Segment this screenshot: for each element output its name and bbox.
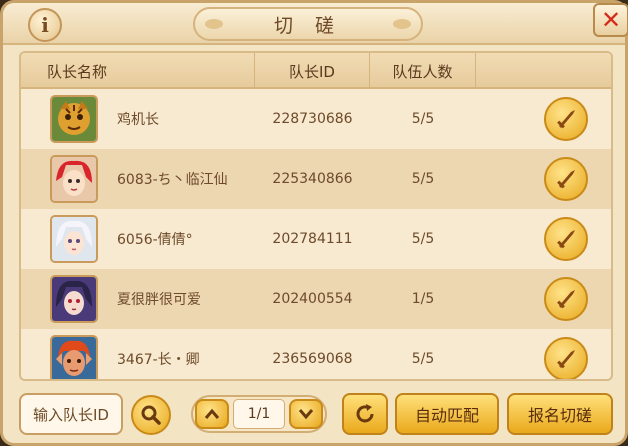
sword-icon[interactable] [544, 277, 588, 321]
sword-icon[interactable] [544, 97, 588, 141]
search-icon[interactable] [131, 395, 171, 435]
captain-name: 6056-倩倩° [117, 232, 193, 248]
table-header: 队长名称 队长ID 队伍人数 [21, 53, 611, 89]
table-row[interactable]: 6056-倩倩° 202784111 5/5 [21, 209, 611, 269]
team-size: 5/5 [411, 351, 435, 367]
pager: 1/1 [191, 395, 327, 433]
page-number: 1/1 [233, 399, 285, 429]
captain-id: 236569068 [272, 351, 353, 367]
white-hair-girl-avatar [50, 215, 98, 263]
team-size: 5/5 [411, 231, 435, 247]
team-size: 5/5 [411, 111, 435, 127]
team-size: 5/5 [411, 171, 435, 187]
red-demon-avatar [50, 335, 98, 379]
table-body: 鸡机长 228730686 5/5 6083-ち丶临江仙 225340866 5… [21, 89, 611, 379]
sword-icon[interactable] [544, 157, 588, 201]
close-icon[interactable]: ✕ [593, 3, 628, 37]
captain-name: 夏很胖很可爱 [117, 292, 201, 308]
table-row[interactable]: 鸡机长 228730686 5/5 [21, 89, 611, 149]
captain-name: 6083-ち丶临江仙 [117, 172, 228, 188]
sword-icon[interactable] [544, 337, 588, 379]
header-action [476, 53, 611, 89]
auto-match-button[interactable]: 自动匹配 [395, 393, 499, 435]
captain-id: 228730686 [272, 111, 353, 127]
chevron-down-icon[interactable] [289, 399, 323, 429]
chevron-up-icon[interactable] [195, 399, 229, 429]
info-icon[interactable]: i [28, 8, 62, 42]
red-hair-girl-avatar [50, 155, 98, 203]
captain-id: 225340866 [272, 171, 353, 187]
team-table: 队长名称 队长ID 队伍人数 鸡机长 228730686 5/5 6083-ち丶… [19, 51, 613, 381]
bottom-bar: 输入队长ID 1/1 自动匹配 报名切磋 [3, 387, 628, 446]
title-plate: 切 磋 [193, 7, 423, 41]
title-bar: i 切 磋 ✕ [3, 3, 628, 45]
captain-id-input[interactable]: 输入队长ID [19, 393, 123, 435]
page-title: 切 磋 [273, 14, 343, 37]
captain-name: 鸡机长 [117, 112, 159, 128]
duel-panel: i 切 磋 ✕ 队长名称 队长ID 队伍人数 鸡机长 228730686 5/5… [0, 0, 628, 446]
table-row[interactable]: 6083-ち丶临江仙 225340866 5/5 [21, 149, 611, 209]
header-team-size: 队伍人数 [370, 53, 476, 89]
sword-icon[interactable] [544, 217, 588, 261]
refresh-icon[interactable] [342, 393, 388, 435]
captain-id: 202400554 [272, 291, 353, 307]
captain-id: 202784111 [272, 231, 353, 247]
team-size: 1/5 [411, 291, 435, 307]
table-row[interactable]: 3467-长・卿 236569068 5/5 [21, 329, 611, 379]
dark-hair-girl-avatar [50, 275, 98, 323]
tiger-warrior-avatar [50, 95, 98, 143]
header-captain-id: 队长ID [255, 53, 370, 89]
table-row[interactable]: 夏很胖很可爱 202400554 1/5 [21, 269, 611, 329]
signup-duel-button[interactable]: 报名切磋 [507, 393, 613, 435]
captain-name: 3467-长・卿 [117, 352, 200, 368]
header-captain-name: 队长名称 [21, 53, 255, 89]
